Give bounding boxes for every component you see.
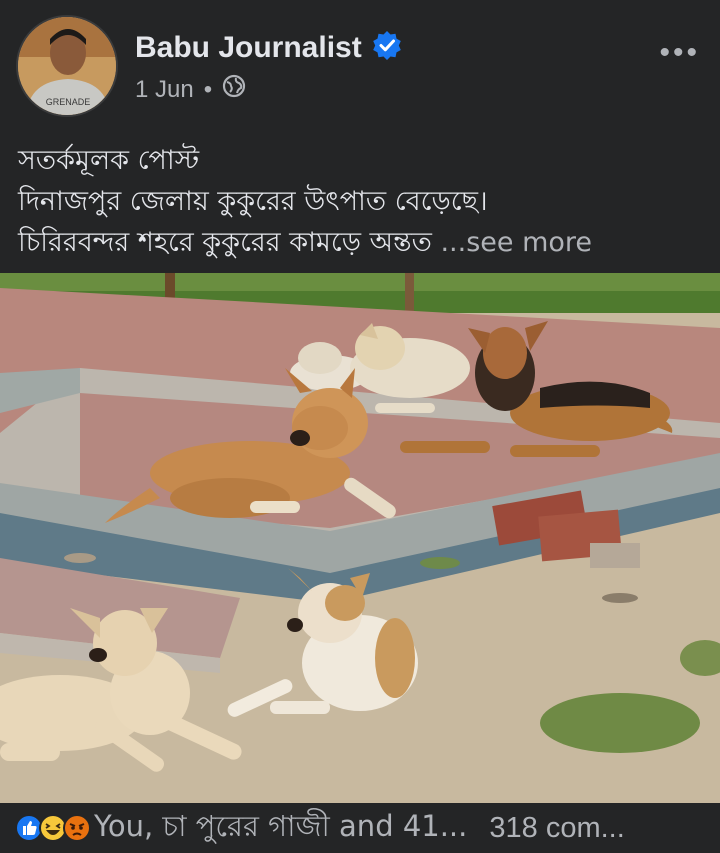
post-text: সতর্কমূলক পোস্ট দিনাজপুর জেলায় কুকুরের …	[18, 140, 708, 263]
post-meta: 1 Jun •	[135, 74, 246, 105]
post-text-line-3: চিরিরবন্দর শহরে কুকুরের কামড়ে অন্তত ...…	[18, 222, 708, 263]
avatar-shirt-text: GRENADE	[46, 97, 91, 107]
comments-count[interactable]: 318 com...	[489, 812, 624, 845]
post-text-line-2: দিনাজপুর জেলায় কুকুরের উৎপাত বেড়েছে।	[18, 186, 488, 217]
author-line: Babu Journalist	[135, 30, 402, 65]
meta-separator: •	[203, 75, 213, 103]
post-header: GRENADE Babu Journalist 1 Jun • •••	[0, 0, 720, 135]
globe-icon	[222, 74, 246, 105]
post-text-line-1: সতর্কমূলক পোস্ট	[18, 145, 200, 176]
author-name[interactable]: Babu Journalist	[135, 31, 362, 65]
post-photo[interactable]	[0, 273, 720, 803]
angry-icon	[63, 814, 91, 842]
post-text-line-3-content: চিরিরবন্দর শহরে কুকুরের কামড়ে অন্তত	[18, 227, 432, 258]
more-options-button[interactable]: •••	[659, 36, 700, 70]
reactions-summary[interactable]: You, চা পুরের গাজী and 41...	[94, 804, 467, 853]
reaction-icons	[14, 813, 91, 843]
post-date[interactable]: 1 Jun	[135, 76, 194, 104]
see-more-link[interactable]: ...see more	[440, 227, 592, 258]
reactions-bar[interactable]: You, চা পুরের গাজী and 41... 318 com...	[0, 803, 720, 853]
author-avatar[interactable]: GRENADE	[16, 15, 118, 117]
verified-badge-icon	[372, 30, 402, 65]
